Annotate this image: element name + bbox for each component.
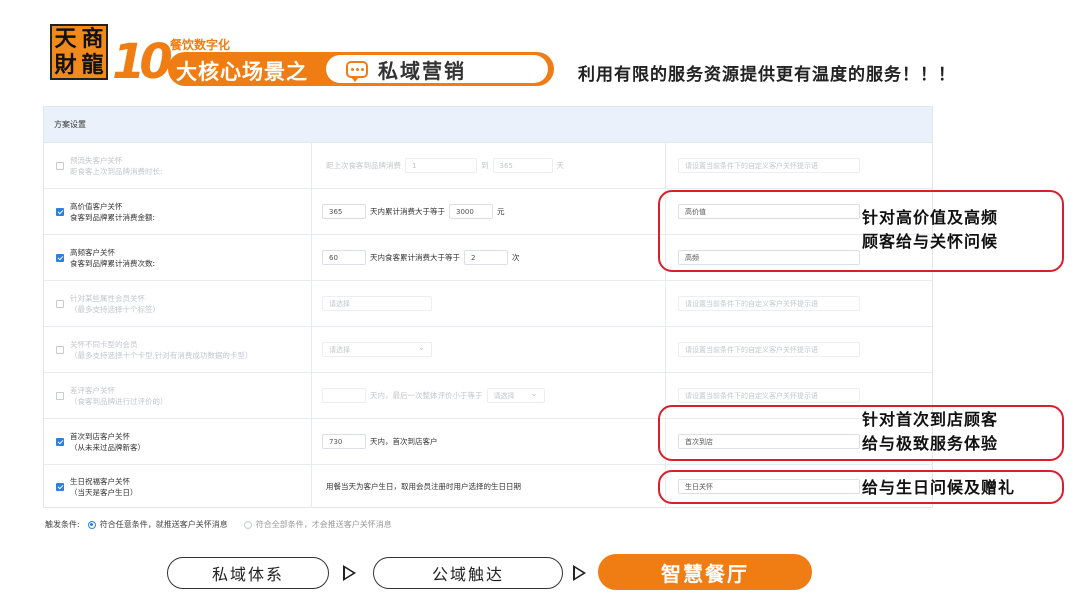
annotation-line: 给与极致服务体验 [862, 434, 999, 453]
annotation-text: 给与生日问候及赠礼 [862, 478, 1016, 497]
radio-any[interactable] [87, 520, 96, 529]
rule-title: 首次到店客户关怀 [70, 431, 130, 441]
days-to-input[interactable]: 365 [492, 158, 553, 173]
rule-text: 天内累计消费大于等于 [370, 207, 445, 216]
logo-char: 天 [54, 26, 77, 52]
trigger-condition: 触发条件: 符合任意条件，就推送客户关怀消息 符合全部条件，才会推送客户关怀消息 [45, 519, 392, 530]
days-from-input[interactable]: 1 [405, 158, 477, 173]
care-message-input[interactable]: 请设置当前条件下的自定义客户关怀提示语 [678, 388, 860, 403]
care-message-input[interactable]: 请设置当前条件下的自定义客户关怀提示语 [678, 158, 860, 173]
rule-prefix: 距上次食客到品牌消费 [326, 161, 401, 170]
rule-title: 生日祝福客户关怀 [70, 476, 130, 486]
panel-title: 方案设置 [44, 107, 932, 143]
rule-desc: 食客到品牌累计消费金额: [70, 212, 156, 222]
header-number: 10 [112, 34, 173, 90]
amount-input[interactable]: 3000 [449, 204, 493, 219]
days-input[interactable]: 730 [322, 434, 366, 449]
days-input[interactable]: 365 [322, 204, 366, 219]
annotation-box-first-visit [658, 405, 1064, 461]
row-checkbox[interactable] [56, 345, 64, 354]
rule-desc: （最多支持选择十个卡型,针对有消费成功数据的卡型） [70, 350, 253, 360]
annotation-line: 针对首次到店顾客 [862, 410, 999, 429]
row-checkbox[interactable] [56, 207, 64, 216]
header-slogan: 利用有限的服务资源提供更有温度的服务！！！ [578, 65, 956, 85]
rule-title: 预流失客户关怀 [70, 155, 123, 165]
rule-title: 高频客户关怀 [70, 247, 115, 257]
annotation-box-high-value [658, 190, 1064, 272]
care-message-input[interactable]: 请设置当前条件下的自定义客户关怀提示语 [678, 296, 860, 311]
unit-label: 天 [556, 161, 565, 170]
rule-text: 天内食客累计消费大于等于 [370, 253, 460, 262]
select-placeholder: 请选择 [329, 345, 350, 354]
rating-select[interactable]: 请选择 [486, 388, 545, 403]
rule-desc: 食客到品牌累计消费次数: [70, 258, 156, 268]
annotation-text: 针对首次到店顾客 给与极致服务体验 [862, 408, 998, 456]
unit-label: 次 [512, 253, 520, 262]
row-checkbox[interactable] [56, 391, 64, 400]
chat-bubble-icon [346, 60, 368, 82]
card-type-select[interactable]: 请选择 [322, 342, 432, 357]
row-checkbox[interactable] [56, 299, 64, 308]
rule-text: 天内，首次到店客户 [370, 437, 438, 446]
rule-text: 天内，最后一次整体评价小于等于 [370, 391, 483, 400]
rule-title: 高价值客户关怀 [70, 201, 123, 211]
radio-all[interactable] [243, 520, 252, 529]
unit-label: 元 [497, 207, 505, 216]
rule-desc: （当天是客户生日） [70, 487, 138, 497]
rule-title: 关怀不同卡型的会员 [70, 339, 138, 349]
logo-char: 龍 [81, 52, 104, 78]
table-row: 关怀不同卡型的会员 （最多支持选择十个卡型,针对有消费成功数据的卡型） 请选择 … [44, 327, 932, 373]
annotation-text: 针对高价值及高频 顾客给与关怀问候 [862, 206, 998, 254]
rule-text: 用餐当天为客户生日，取用会员注册时用户选择的生日日期 [326, 482, 521, 491]
header-topic-pill: 私域营销 [326, 55, 548, 83]
logo-char: 財 [54, 52, 77, 78]
rule-desc: 距食客上次到品牌消费时长: [70, 166, 163, 176]
trigger-option-all[interactable]: 符合全部条件，才会推送客户关怀消息 [256, 519, 392, 530]
count-input[interactable]: 2 [464, 250, 508, 265]
play-arrow-icon [343, 565, 356, 581]
annotation-line: 顾客给与关怀问候 [862, 232, 999, 251]
days-input[interactable] [322, 388, 366, 403]
row-checkbox[interactable] [56, 161, 64, 170]
flow-step-private-domain[interactable]: 私域体系 [167, 557, 329, 589]
rule-desc: （食客到品牌进行过评价的） [70, 396, 168, 406]
rule-desc: （从未来过品牌新客） [70, 442, 145, 452]
flow-step-smart-restaurant[interactable]: 智慧餐厅 [598, 554, 812, 590]
select-placeholder: 请选择 [493, 391, 515, 400]
annotation-line: 针对高价值及高频 [862, 208, 999, 227]
flow-step-public-domain[interactable]: 公域触达 [373, 557, 563, 589]
table-row: 预流失客户关怀 距食客上次到品牌消费时长: 距上次食客到品牌消费 1 到 365… [44, 143, 932, 189]
logo-char: 商 [81, 26, 104, 52]
days-input[interactable]: 60 [322, 250, 366, 265]
row-checkbox[interactable] [56, 437, 64, 446]
row-checkbox[interactable] [56, 253, 64, 262]
header-subtitle: 餐饮数字化 [170, 38, 231, 52]
header-title: 大核心场景之 [176, 60, 308, 84]
trigger-label: 触发条件: [45, 520, 80, 529]
rule-title: 针对某些属性会员关怀 [70, 293, 145, 303]
rule-desc: （最多支持选择十个标签） [70, 304, 160, 314]
play-arrow-icon [573, 565, 586, 581]
care-message-input[interactable]: 请设置当前条件下的自定义客户关怀提示语 [678, 342, 860, 357]
header-topic-label: 私域营销 [378, 58, 466, 83]
table-row: 针对某些属性会员关怀 （最多支持选择十个标签） 请选择 请设置当前条件下的自定义… [44, 281, 932, 327]
row-checkbox[interactable] [56, 482, 64, 491]
range-separator: 到 [481, 161, 489, 170]
brand-logo: 天 商 財 龍 [50, 24, 108, 80]
tag-select[interactable]: 请选择 [322, 296, 432, 311]
trigger-option-any[interactable]: 符合任意条件，就推送客户关怀消息 [100, 519, 228, 530]
rule-title: 差评客户关怀 [70, 385, 115, 395]
